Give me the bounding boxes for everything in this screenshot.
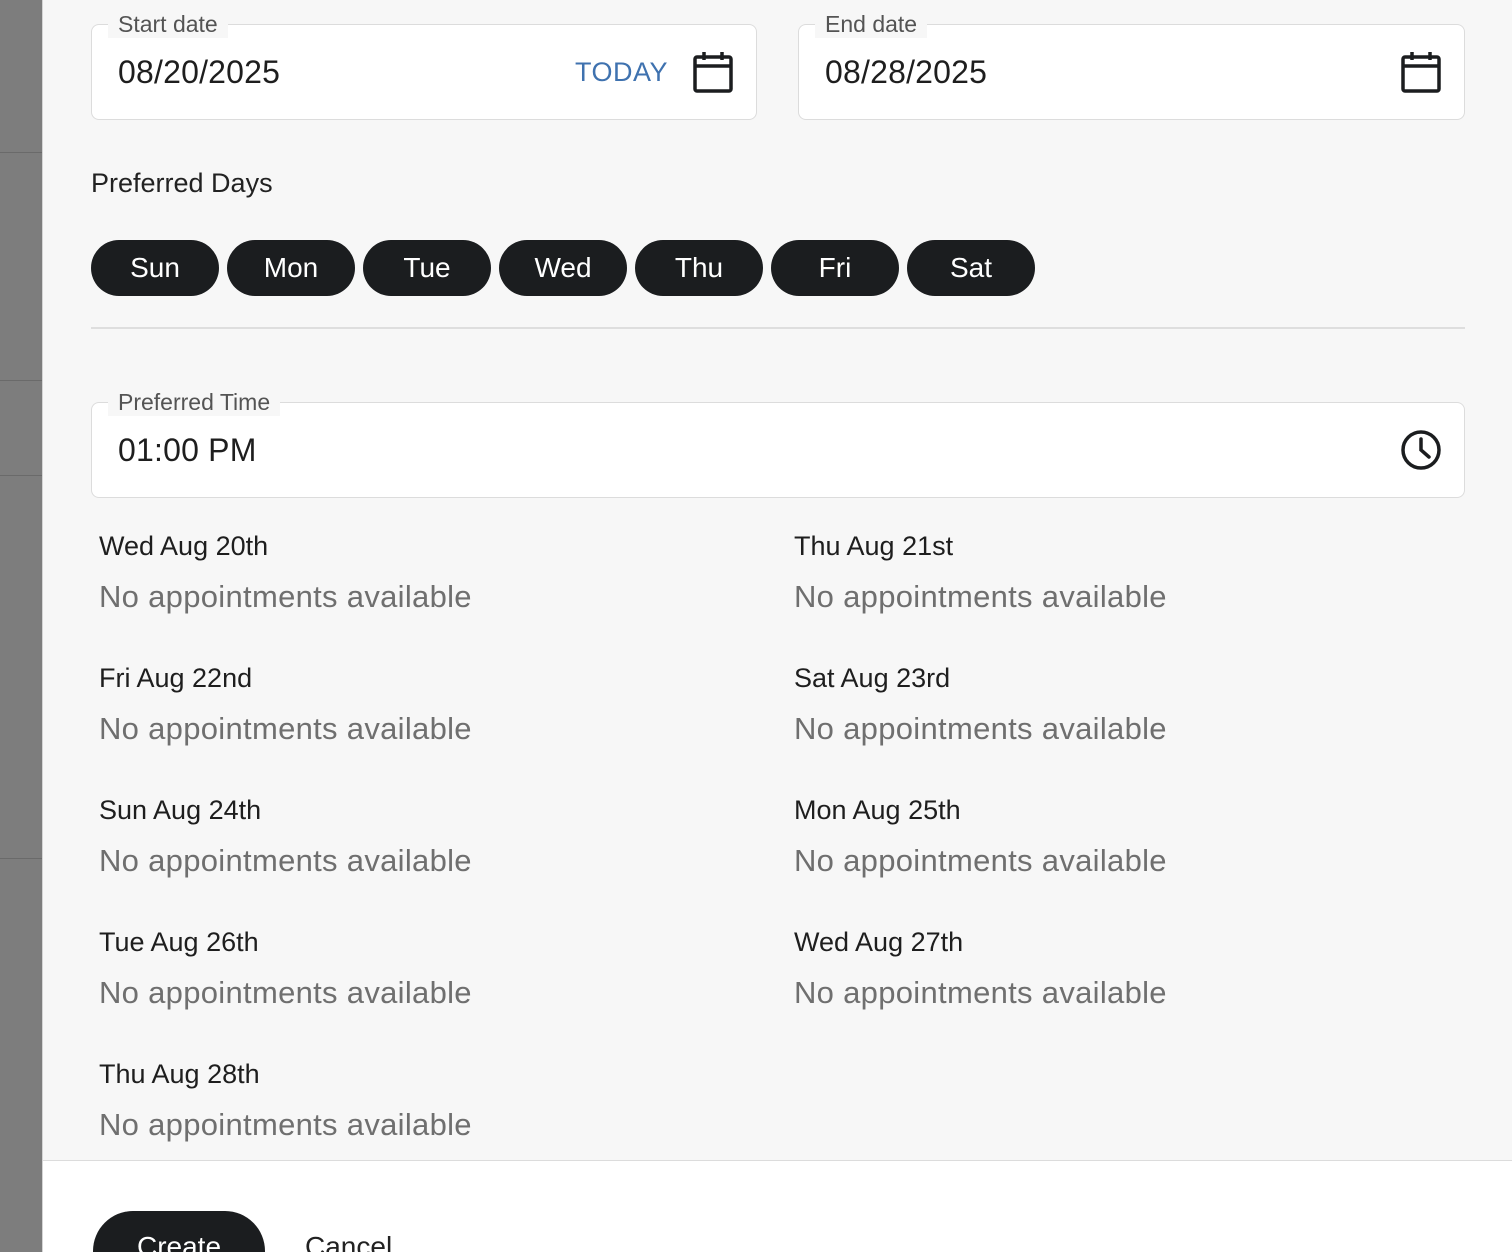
- section-divider: [91, 327, 1465, 329]
- slot-date: Thu Aug 21st: [794, 531, 954, 561]
- availability-item: Thu Aug 21st No appointments available: [794, 530, 1489, 662]
- day-toggle-sun[interactable]: Sun: [91, 240, 219, 296]
- create-button[interactable]: Create: [93, 1211, 265, 1252]
- slot-date: Mon Aug 25th: [794, 795, 961, 825]
- page-backdrop[interactable]: [0, 0, 42, 1252]
- availability-item: Tue Aug 26th No appointments available: [99, 926, 794, 1058]
- slot-status: No appointments available: [794, 711, 1167, 746]
- slot-status: No appointments available: [794, 579, 1167, 614]
- slot-status: No appointments available: [794, 975, 1167, 1010]
- end-date-label: End date: [815, 11, 928, 38]
- slot-status: No appointments available: [794, 843, 1167, 878]
- availability-list: Wed Aug 20th No appointments available T…: [99, 530, 1489, 1190]
- slot-date: Tue Aug 26th: [99, 927, 259, 957]
- slot-date: Fri Aug 22nd: [99, 663, 253, 693]
- slot-date: Sun Aug 24th: [99, 795, 262, 825]
- backdrop-divider: [0, 475, 42, 476]
- preferred-days-group: Sun Mon Tue Wed Thu Fri Sat: [91, 240, 1035, 296]
- slot-status: No appointments available: [99, 1107, 472, 1142]
- availability-item: Sat Aug 23rd No appointments available: [794, 662, 1489, 794]
- preferred-time-label: Preferred Time: [108, 389, 281, 416]
- clock-icon[interactable]: [1398, 427, 1444, 473]
- slot-date: Thu Aug 28th: [99, 1059, 260, 1089]
- slot-date: Wed Aug 20th: [99, 531, 269, 561]
- day-toggle-wed[interactable]: Wed: [499, 240, 627, 296]
- backdrop-divider: [0, 152, 42, 153]
- start-date-field[interactable]: Start date 08/20/2025 TODAY: [91, 11, 757, 120]
- slot-status: No appointments available: [99, 843, 472, 878]
- slot-date: Wed Aug 27th: [794, 927, 964, 957]
- backdrop-divider: [0, 380, 42, 381]
- day-toggle-sat[interactable]: Sat: [907, 240, 1035, 296]
- slot-status: No appointments available: [99, 579, 472, 614]
- slot-status: No appointments available: [99, 711, 472, 746]
- day-toggle-tue[interactable]: Tue: [363, 240, 491, 296]
- slot-status: No appointments available: [99, 975, 472, 1010]
- backdrop-divider: [0, 858, 42, 859]
- slot-date: Sat Aug 23rd: [794, 663, 951, 693]
- today-button[interactable]: TODAY: [575, 57, 668, 88]
- calendar-icon[interactable]: [690, 49, 736, 95]
- appointment-drawer: Start date 08/20/2025 TODAY End date 08/…: [42, 0, 1512, 1252]
- end-date-field[interactable]: End date 08/28/2025: [798, 11, 1465, 120]
- availability-item: Fri Aug 22nd No appointments available: [99, 662, 794, 794]
- availability-item: Wed Aug 27th No appointments available: [794, 926, 1489, 1058]
- preferred-time-field[interactable]: Preferred Time 01:00 PM: [91, 389, 1465, 498]
- preferred-time-value[interactable]: 01:00 PM: [118, 432, 257, 469]
- availability-item: Wed Aug 20th No appointments available: [99, 530, 794, 662]
- availability-item: Sun Aug 24th No appointments available: [99, 794, 794, 926]
- end-date-value[interactable]: 08/28/2025: [825, 54, 987, 91]
- calendar-icon[interactable]: [1398, 49, 1444, 95]
- cancel-button[interactable]: Cancel: [305, 1231, 392, 1252]
- preferred-days-title: Preferred Days: [91, 168, 273, 198]
- start-date-value[interactable]: 08/20/2025: [118, 54, 280, 91]
- day-toggle-fri[interactable]: Fri: [771, 240, 899, 296]
- availability-item: Mon Aug 25th No appointments available: [794, 794, 1489, 926]
- start-date-label: Start date: [108, 11, 228, 38]
- day-toggle-mon[interactable]: Mon: [227, 240, 355, 296]
- day-toggle-thu[interactable]: Thu: [635, 240, 763, 296]
- drawer-footer: Create Cancel: [43, 1160, 1512, 1252]
